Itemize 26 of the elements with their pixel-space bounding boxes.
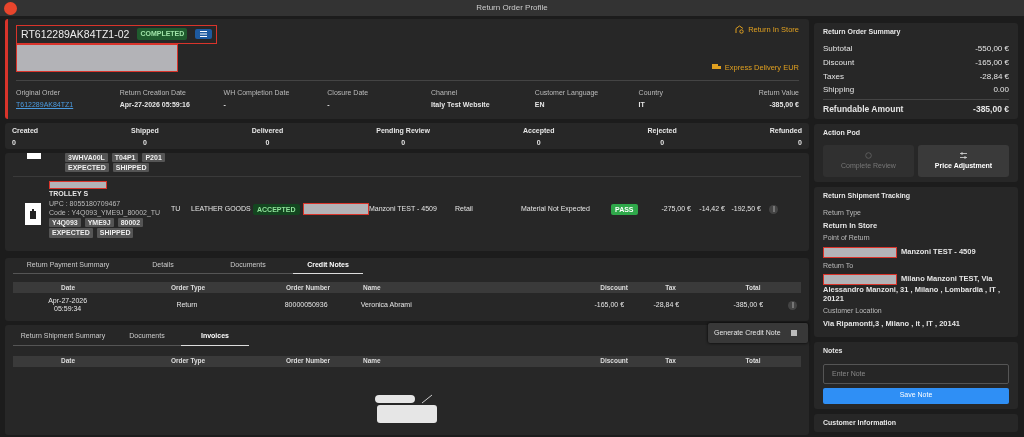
more-icon (791, 302, 794, 309)
summary-label: Discount (823, 58, 855, 68)
summary-value: -550,00 € (975, 44, 1009, 54)
redacted-block (303, 203, 369, 216)
menu-icon (200, 31, 208, 38)
bag-icon (30, 209, 36, 220)
product-thumbnail (27, 153, 41, 159)
summary-label: Subtotal (823, 44, 853, 54)
summary-label: Shipping (823, 85, 855, 95)
truck-icon (711, 64, 721, 71)
app-logo-icon (4, 2, 17, 15)
summary-value: -165,00 € (975, 58, 1009, 68)
summary-value: -28,84 € (979, 71, 1009, 82)
window-title: Return Order Profile (476, 3, 548, 13)
document-icon (790, 330, 797, 337)
order-id: RT612289AK84TZ1-02 (21, 28, 130, 41)
summary-label: Taxes (823, 71, 844, 82)
summary-value: 0.00 (993, 85, 1009, 95)
more-icon (772, 206, 775, 213)
more-button[interactable] (769, 204, 778, 214)
refundable-label: Refundable Amount (823, 103, 904, 114)
menu-button[interactable] (195, 29, 213, 40)
sliders-icon (960, 152, 967, 160)
more-button[interactable] (788, 300, 797, 310)
redacted-block (49, 181, 107, 190)
refundable-value: -385,00 € (973, 103, 1009, 114)
